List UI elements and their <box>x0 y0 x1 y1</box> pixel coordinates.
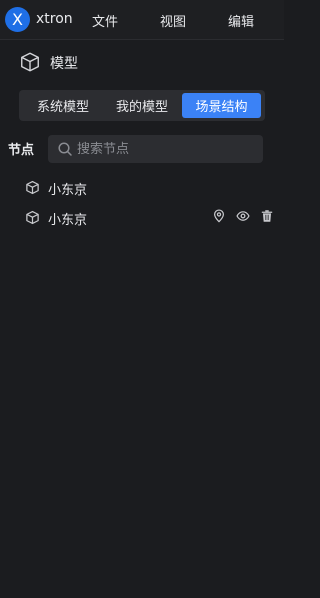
tree-item[interactable]: 小东京 <box>0 173 284 201</box>
search-box <box>48 135 263 163</box>
search-icon <box>57 141 73 157</box>
tab-scene-structure[interactable]: 场景结构 <box>182 93 261 118</box>
location-pin-icon[interactable] <box>212 209 226 223</box>
app-name: xtron <box>36 11 73 27</box>
tree-item[interactable]: 小东京 <box>0 203 284 231</box>
node-label: 节点 <box>8 143 35 158</box>
trash-icon[interactable] <box>260 209 274 223</box>
menu-file[interactable]: 文件 <box>92 11 118 30</box>
menu-edit[interactable]: 编辑 <box>228 11 254 30</box>
panel-title: 模型 <box>50 56 78 72</box>
eye-icon[interactable] <box>236 209 250 223</box>
model-tabs: 系统模型 我的模型 场景结构 <box>19 90 265 121</box>
search-input[interactable] <box>77 135 257 163</box>
tab-system-models[interactable]: 系统模型 <box>25 93 101 118</box>
cube-icon <box>19 51 41 73</box>
menu-view[interactable]: 视图 <box>160 11 186 30</box>
logo-letter: X <box>12 9 23 29</box>
model-panel-header: 模型 <box>0 40 284 83</box>
tree-item-label: 小东京 <box>48 213 88 228</box>
cube-icon <box>25 180 40 195</box>
cube-icon <box>25 210 40 225</box>
tree-item-label: 小东京 <box>48 183 88 198</box>
top-menu-bar: X xtron 文件 视图 编辑 <box>0 0 284 40</box>
tab-my-models[interactable]: 我的模型 <box>104 93 180 118</box>
app-logo[interactable]: X <box>5 7 30 32</box>
